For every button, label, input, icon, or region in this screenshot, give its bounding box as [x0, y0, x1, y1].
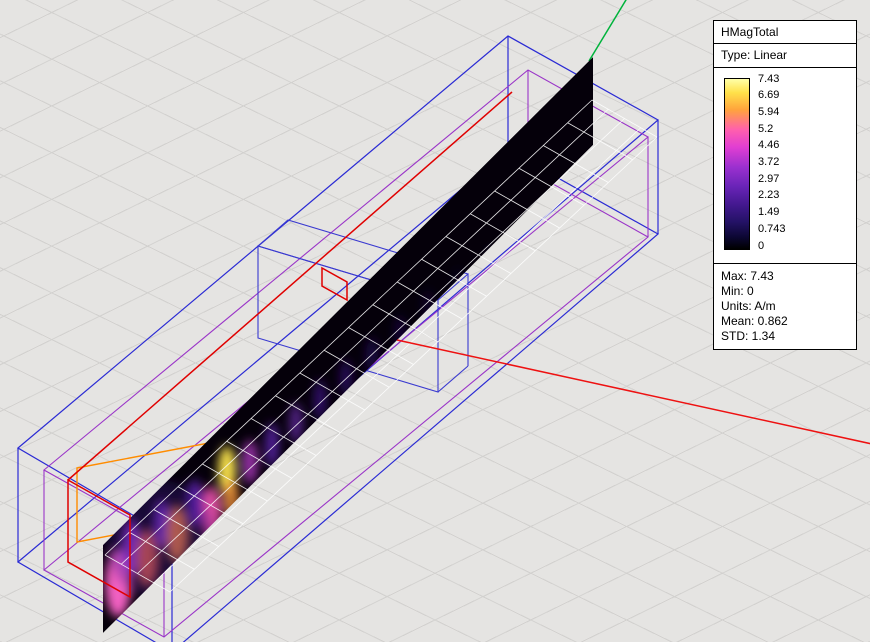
- legend-title: HMagTotal: [714, 21, 856, 44]
- legend-scale-type: Type: Linear: [714, 44, 856, 67]
- scale-label: 3.72: [758, 156, 786, 169]
- field-sheet: [103, 57, 593, 633]
- legend-colorbar-section: 7.43 6.69 5.94 5.2 4.46 3.72 2.97 2.23 1.49 0.743…: [714, 68, 856, 264]
- x-axis-line: [397, 340, 870, 444]
- legend-stat-line: STD: 1.34: [721, 329, 849, 344]
- y-axis-line: [589, 0, 632, 61]
- legend-stat-line: Units: A/m: [721, 299, 849, 314]
- simulation-viewport-screen: HMagTotal Type: Linear 7.43 6.69 5.94 5.2 4.…: [0, 0, 870, 642]
- scale-label: 5.2: [758, 123, 786, 136]
- field-legend-panel: HMagTotal Type: Linear 7.43 6.69 5.94 5.2 4.…: [713, 20, 857, 350]
- colorbar-gradient: [724, 78, 750, 250]
- scale-label: 2.23: [758, 189, 786, 202]
- scale-label: 2.97: [758, 173, 786, 186]
- scale-label: 1.49: [758, 206, 786, 219]
- legend-stat-line: Min: 0: [721, 284, 849, 299]
- legend-stats: Max: 7.43Min: 0Units: A/mMean: 0.862STD:…: [714, 264, 856, 349]
- scale-label: 0: [758, 240, 786, 253]
- scale-labels: 7.43 6.69 5.94 5.2 4.46 3.72 2.97 2.23 1.49 0.743…: [758, 73, 786, 253]
- scale-label: 5.94: [758, 106, 786, 119]
- scale-label: 0.743: [758, 223, 786, 236]
- legend-stat-line: Mean: 0.862: [721, 314, 849, 329]
- legend-stat-line: Max: 7.43: [721, 269, 849, 284]
- scale-label: 7.43: [758, 73, 786, 86]
- scale-label: 6.69: [758, 89, 786, 102]
- scale-label: 4.46: [758, 139, 786, 152]
